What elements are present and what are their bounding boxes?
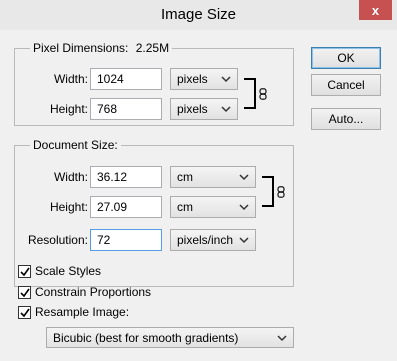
pixel-constrain-bracket bbox=[244, 78, 256, 109]
pixel-dimensions-label: Pixel Dimensions: bbox=[33, 41, 129, 55]
doc-height-unit: cm bbox=[177, 200, 193, 214]
resolution-input[interactable]: 72 bbox=[90, 229, 162, 251]
cancel-button[interactable]: Cancel bbox=[311, 74, 381, 96]
chevron-down-icon bbox=[277, 335, 287, 342]
resample-image-checkbox[interactable] bbox=[18, 305, 31, 319]
chain-link-icon bbox=[259, 88, 267, 100]
resample-method-select[interactable]: Bicubic (best for smooth gradients) bbox=[46, 327, 294, 348]
scale-styles-checkbox[interactable] bbox=[18, 264, 31, 278]
ok-button[interactable]: OK bbox=[311, 47, 381, 69]
constrain-proportions-checkbox[interactable] bbox=[18, 285, 31, 299]
pixel-dimensions-size: 2.25M bbox=[135, 41, 170, 55]
pixel-width-label: Width: bbox=[53, 72, 88, 86]
checkmark-icon bbox=[20, 308, 30, 317]
doc-height-unit-select[interactable]: cm bbox=[170, 196, 256, 218]
resolution-label: Resolution: bbox=[27, 233, 88, 247]
chevron-down-icon bbox=[221, 106, 231, 113]
scale-styles-option[interactable]: Scale Styles bbox=[18, 264, 101, 278]
pixel-height-unit: pixels bbox=[177, 102, 208, 116]
checkmark-icon bbox=[20, 267, 30, 276]
title-bar: Image Size x bbox=[0, 0, 397, 30]
doc-width-unit-select[interactable]: cm bbox=[170, 166, 256, 188]
doc-height-input[interactable]: 27.09 bbox=[90, 196, 162, 218]
pixel-width-unit-select[interactable]: pixels bbox=[170, 68, 238, 90]
auto-button[interactable]: Auto... bbox=[311, 108, 381, 130]
dialog-body: Pixel Dimensions: 2.25M Width: 1024 pixe… bbox=[4, 30, 393, 357]
resolution-unit: pixels/inch bbox=[177, 233, 234, 247]
chevron-down-icon bbox=[239, 204, 249, 211]
pixel-dimensions-header: Pixel Dimensions: 2.25M bbox=[30, 41, 173, 55]
resample-image-label: Resample Image: bbox=[35, 305, 130, 319]
pixel-width-input[interactable]: 1024 bbox=[90, 68, 162, 90]
scale-styles-label: Scale Styles bbox=[35, 264, 102, 278]
doc-width-unit: cm bbox=[177, 170, 193, 184]
close-button[interactable]: x bbox=[359, 0, 392, 20]
chevron-down-icon bbox=[239, 237, 249, 244]
resolution-unit-select[interactable]: pixels/inch bbox=[170, 229, 256, 251]
pixel-height-unit-select[interactable]: pixels bbox=[170, 98, 238, 120]
document-size-label: Document Size: bbox=[30, 138, 121, 152]
resample-method-value: Bicubic (best for smooth gradients) bbox=[53, 331, 239, 345]
doc-width-label: Width: bbox=[53, 170, 88, 184]
doc-constrain-bracket bbox=[262, 176, 274, 207]
checkmark-icon bbox=[20, 288, 30, 297]
window-title: Image Size bbox=[160, 6, 237, 23]
pixel-height-input[interactable]: 768 bbox=[90, 98, 162, 120]
pixel-width-unit: pixels bbox=[177, 72, 208, 86]
doc-width-input[interactable]: 36.12 bbox=[90, 166, 162, 188]
chain-link-icon bbox=[277, 186, 285, 198]
constrain-proportions-label: Constrain Proportions bbox=[35, 285, 152, 299]
resample-image-option[interactable]: Resample Image: bbox=[18, 305, 129, 319]
close-icon: x bbox=[371, 2, 380, 18]
chevron-down-icon bbox=[239, 174, 249, 181]
doc-height-label: Height: bbox=[49, 200, 88, 214]
constrain-proportions-option[interactable]: Constrain Proportions bbox=[18, 285, 151, 299]
chevron-down-icon bbox=[221, 76, 231, 83]
pixel-height-label: Height: bbox=[49, 102, 88, 116]
